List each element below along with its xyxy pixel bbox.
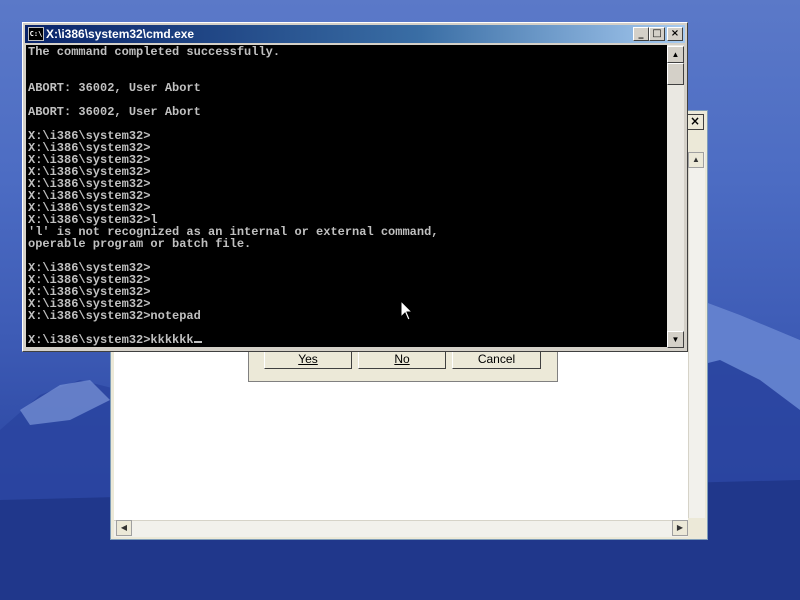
resize-grip[interactable]	[690, 520, 706, 536]
yes-button[interactable]: Yes	[264, 349, 352, 369]
cmd-app-icon[interactable]: C:\	[28, 27, 44, 41]
console-line: operable program or batch file.	[28, 237, 252, 251]
cancel-button[interactable]: Cancel	[452, 349, 541, 369]
minimize-button[interactable]: _	[633, 27, 649, 41]
maximize-button[interactable]: □	[649, 27, 665, 41]
console-line: ABORT: 36002, User Abort	[28, 105, 201, 119]
notepad-close-button[interactable]: ×	[686, 114, 704, 130]
cmd-scroll-down-button[interactable]: ▼	[667, 331, 684, 348]
yes-button-label: Yes	[298, 352, 318, 366]
cmd-scroll-up-button[interactable]: ▲	[667, 46, 684, 63]
close-button[interactable]: ×	[667, 27, 683, 41]
console-output[interactable]: The command completed successfully. ABORT…	[26, 45, 667, 347]
notepad-scroll-up-button[interactable]: ▲	[688, 152, 704, 168]
text-cursor	[193, 341, 202, 343]
notepad-vertical-scrollbar[interactable]	[688, 152, 705, 518]
notepad-scroll-left-button[interactable]: ◀	[116, 520, 132, 536]
cmd-scroll-thumb[interactable]	[667, 63, 684, 85]
cmd-vertical-scrollbar[interactable]	[667, 45, 684, 347]
no-button[interactable]: No	[358, 349, 446, 369]
cmd-window-title: X:\i386\system32\cmd.exe	[46, 27, 195, 41]
console-line: The command completed successfully.	[28, 45, 281, 59]
console-line: X:\i386\system32>notepad	[28, 309, 201, 323]
no-button-label: No	[394, 352, 410, 366]
mouse-pointer-icon	[400, 300, 414, 321]
console-line: ABORT: 36002, User Abort	[28, 81, 201, 95]
cancel-button-label: Cancel	[477, 352, 516, 366]
console-text: The command completed successfully. ABORT…	[26, 45, 667, 346]
notepad-horizontal-scrollbar[interactable]	[114, 520, 688, 537]
console-line: X:\i386\system32>kkkkkk	[28, 334, 667, 346]
notepad-scroll-right-button[interactable]: ▶	[672, 520, 688, 536]
